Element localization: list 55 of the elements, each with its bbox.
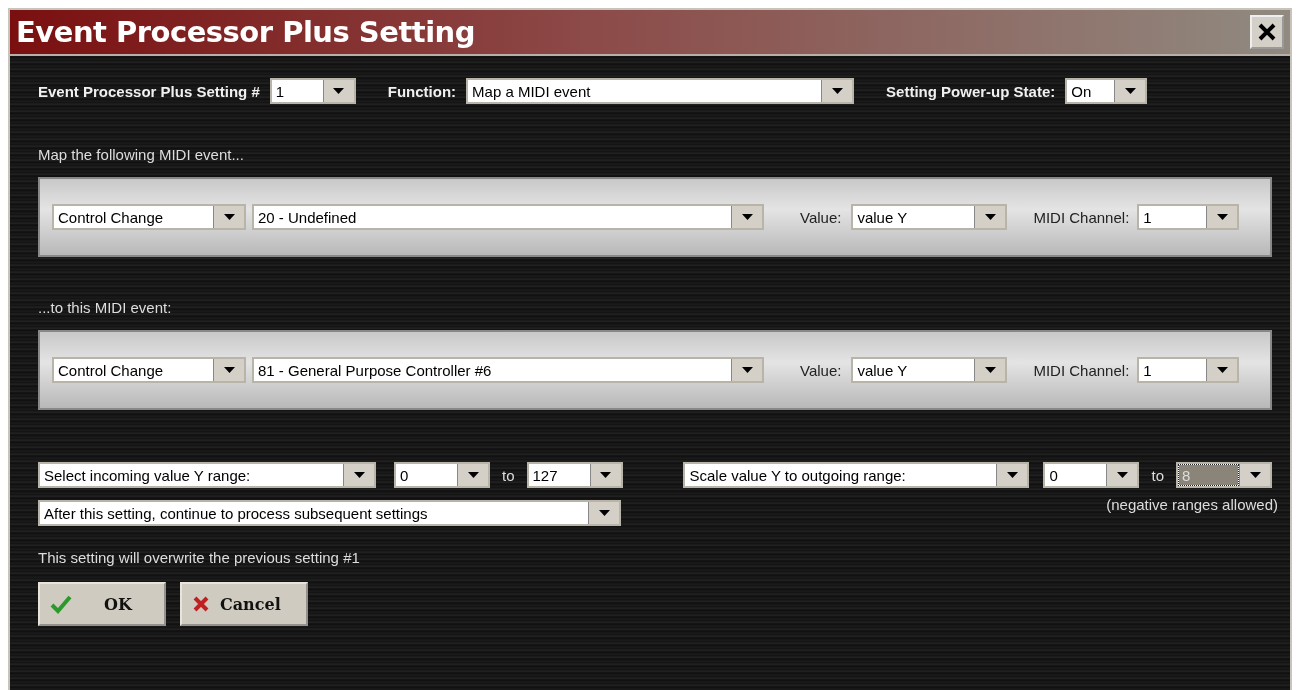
dropdown-arrow-icon xyxy=(831,88,843,94)
dropdown[interactable]: 1 xyxy=(1137,357,1240,383)
field-label: Setting Power-up State: xyxy=(886,82,1056,100)
window-title: Event Processor Plus Setting xyxy=(16,15,475,49)
x-icon xyxy=(192,595,210,613)
dropdown[interactable]: 20 - Undefined xyxy=(252,204,764,230)
dropdown[interactable]: On xyxy=(1065,78,1148,104)
dropdown-arrow-icon xyxy=(1124,88,1136,94)
dropdown-arrow-icon xyxy=(741,214,753,220)
dropdown-arrow-icon xyxy=(467,472,479,478)
dropdown-arrow-icon xyxy=(1249,472,1261,478)
dropdown-arrow-icon xyxy=(1216,367,1228,373)
dropdown-arrow-icon xyxy=(984,367,996,373)
dropdown[interactable]: 127 xyxy=(526,462,623,488)
section-caption: Map the following MIDI event... xyxy=(38,146,245,163)
dropdown[interactable]: 81 - General Purpose Controller #6 xyxy=(252,357,764,383)
dropdown[interactable]: 0 xyxy=(1043,462,1140,488)
hint-text: (negative ranges allowed) xyxy=(1106,496,1278,513)
dropdown-arrow-icon xyxy=(600,472,611,478)
dropdown[interactable]: 1 xyxy=(269,78,356,104)
dropdown[interactable]: 0 xyxy=(394,462,490,488)
info-text: This setting will overwrite the previous setting #1 xyxy=(38,549,361,566)
section-caption: ...to this MIDI event: xyxy=(38,299,173,316)
dropdown-arrow-icon xyxy=(1216,214,1228,220)
dropdown[interactable]: 1 xyxy=(1137,204,1240,230)
dropdown-arrow-icon xyxy=(223,214,235,220)
dropdown[interactable]: Select incoming value Y range: xyxy=(38,462,376,488)
dropdown-arrow-icon xyxy=(1007,472,1018,478)
ok-button[interactable]: OK xyxy=(38,582,166,626)
dropdown-arrow-icon xyxy=(333,88,345,94)
dropdown[interactable]: Control Change xyxy=(52,357,246,383)
field-label: Event Processor Plus Setting # xyxy=(38,82,260,100)
dropdown[interactable]: After this setting, continue to process subsequent settings xyxy=(38,500,621,526)
field-label: Value: xyxy=(800,361,842,379)
field-label: Value: xyxy=(800,208,842,226)
dropdown[interactable]: Scale value Y to outgoing range: xyxy=(683,462,1030,488)
close-button[interactable] xyxy=(1250,15,1284,49)
close-icon xyxy=(1258,23,1276,41)
field-label: MIDI Channel: xyxy=(1033,208,1130,226)
checkmark-icon xyxy=(50,594,72,614)
dropdown-arrow-icon xyxy=(598,510,610,516)
dropdown-arrow-icon xyxy=(353,472,365,478)
dropdown[interactable]: value Y xyxy=(851,357,1008,383)
dropdown[interactable]: Map a MIDI event xyxy=(466,78,855,104)
cancel-button[interactable]: Cancel xyxy=(180,582,308,626)
dropdown-arrow-icon xyxy=(1117,472,1128,478)
dropdown[interactable]: value Y xyxy=(851,204,1008,230)
field-label: Function: xyxy=(387,82,457,100)
field-label: MIDI Channel: xyxy=(1033,361,1130,379)
range-label: to xyxy=(1151,466,1164,484)
dropdown-arrow-icon xyxy=(223,367,235,373)
range-label: to xyxy=(502,466,515,484)
dropdown-arrow-icon xyxy=(984,214,996,220)
dropdown[interactable]: Control Change xyxy=(52,204,246,230)
dropdown-arrow-icon xyxy=(741,367,753,373)
